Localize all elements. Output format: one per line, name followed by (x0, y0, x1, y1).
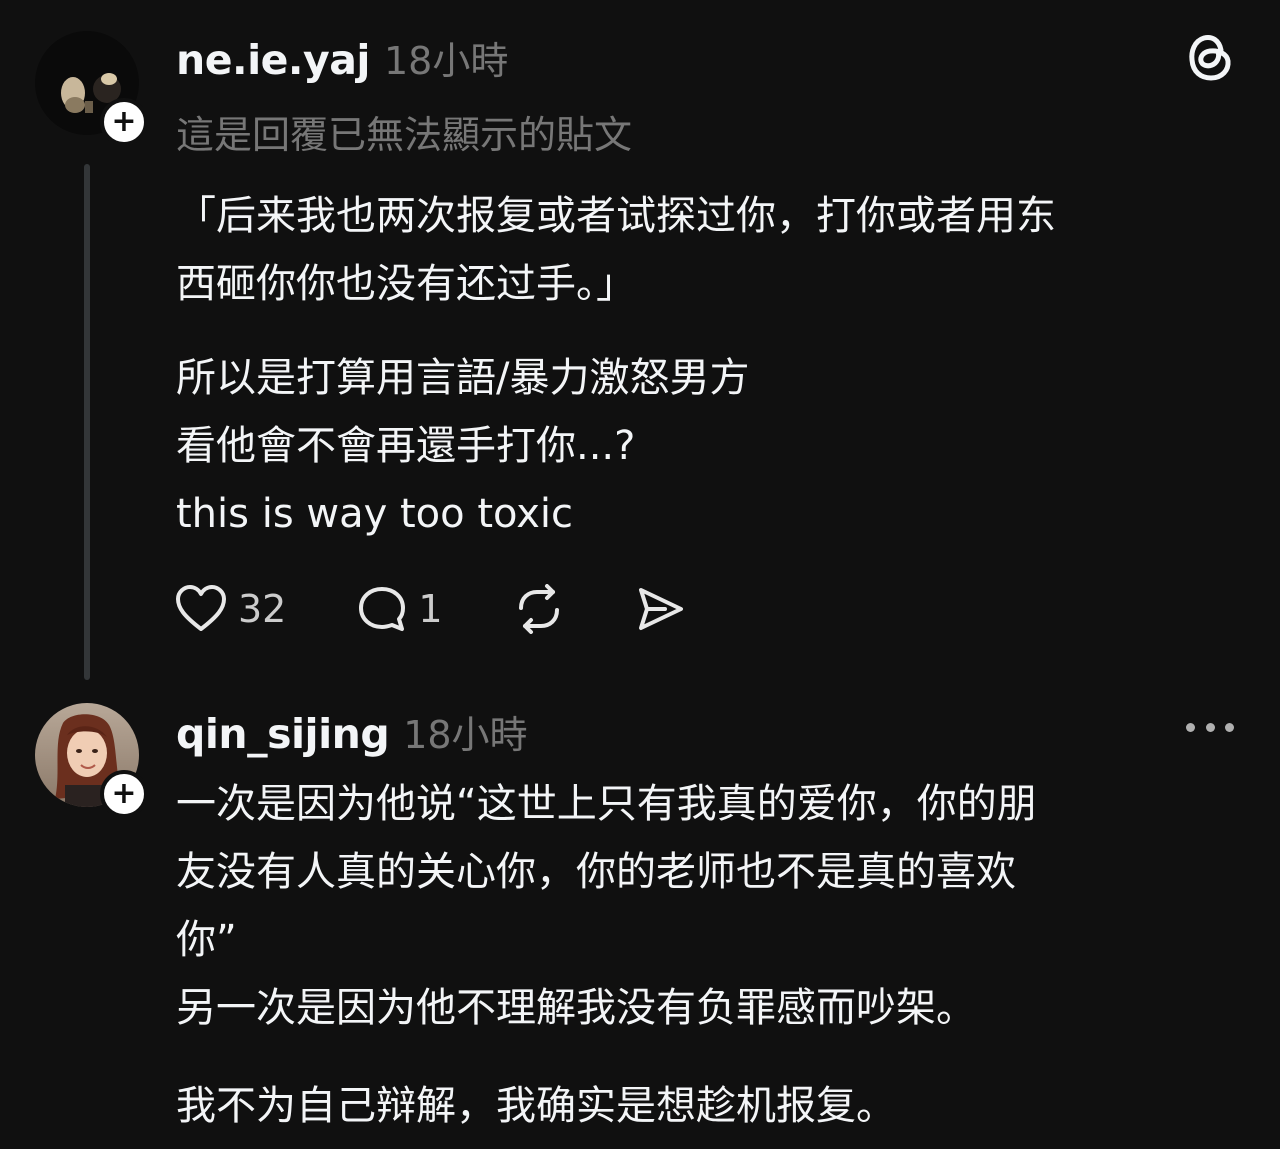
send-icon (638, 588, 683, 630)
follow-plus-icon[interactable]: + (100, 98, 148, 146)
body-line: 另一次是因为他不理解我没有负罪感而吵架。 (176, 985, 976, 1031)
body-line: 友没有人真的关心你，你的老师也不是真的喜欢 (176, 849, 1016, 895)
post-actions: 32 1 (174, 584, 757, 634)
username[interactable]: qin_sijing (176, 710, 390, 758)
repost-button[interactable] (513, 584, 565, 634)
share-button[interactable] (635, 584, 687, 634)
reply-count: 1 (418, 587, 443, 631)
body-line: 我不为自己辩解，我确实是想趁机报复。 (176, 1083, 896, 1129)
post-quote: 「后来我也两次报复或者试探过你，打你或者用东 西砸你你也没有还过手。」 (176, 182, 1056, 318)
heart-icon (176, 585, 226, 631)
more-dot (1205, 722, 1215, 732)
username[interactable]: ne.ie.yaj (176, 36, 370, 84)
timestamp: 18小時 (383, 39, 509, 83)
post-body: 所以是打算用言語/暴力激怒男方 看他會不會再還手打你...? this is w… (176, 344, 749, 548)
body-line: this is way too toxic (176, 491, 574, 537)
like-button[interactable]: 32 (174, 584, 286, 634)
comment-icon (359, 587, 406, 631)
quote-line: 西砸你你也没有还过手。」 (176, 261, 636, 307)
timestamp: 18小時 (403, 713, 528, 757)
threads-logo-icon[interactable] (1186, 30, 1234, 84)
post-header: ne.ie.yaj 18小時 (176, 30, 508, 85)
post-body: 一次是因为他说“这世上只有我真的爱你，你的朋 友没有人真的关心你，你的老师也不是… (176, 770, 1037, 1042)
follow-plus-icon[interactable]: + (100, 770, 148, 818)
body-line: 一次是因为他说“这世上只有我真的爱你，你的朋 (176, 781, 1037, 827)
reply-context-note: 這是回覆已無法顯示的貼文 (176, 113, 633, 157)
more-icon[interactable] (1186, 712, 1234, 742)
thread-connector-line (84, 164, 90, 680)
body-line: 你” (176, 917, 237, 963)
more-dot (1186, 722, 1195, 732)
post-header: qin_sijing 18小時 (176, 704, 528, 759)
post-body-continued: 我不为自己辩解，我确实是想趁机报复。 (176, 1072, 896, 1140)
body-line: 所以是打算用言語/暴力激怒男方 (176, 355, 750, 401)
more-dot (1225, 722, 1234, 732)
repost-icon (518, 584, 559, 634)
like-count: 32 (238, 587, 287, 631)
body-line: 看他會不會再還手打你...? (176, 423, 636, 469)
reply-button[interactable]: 1 (356, 584, 443, 634)
quote-line: 「后来我也两次报复或者试探过你，打你或者用东 (176, 193, 1056, 239)
